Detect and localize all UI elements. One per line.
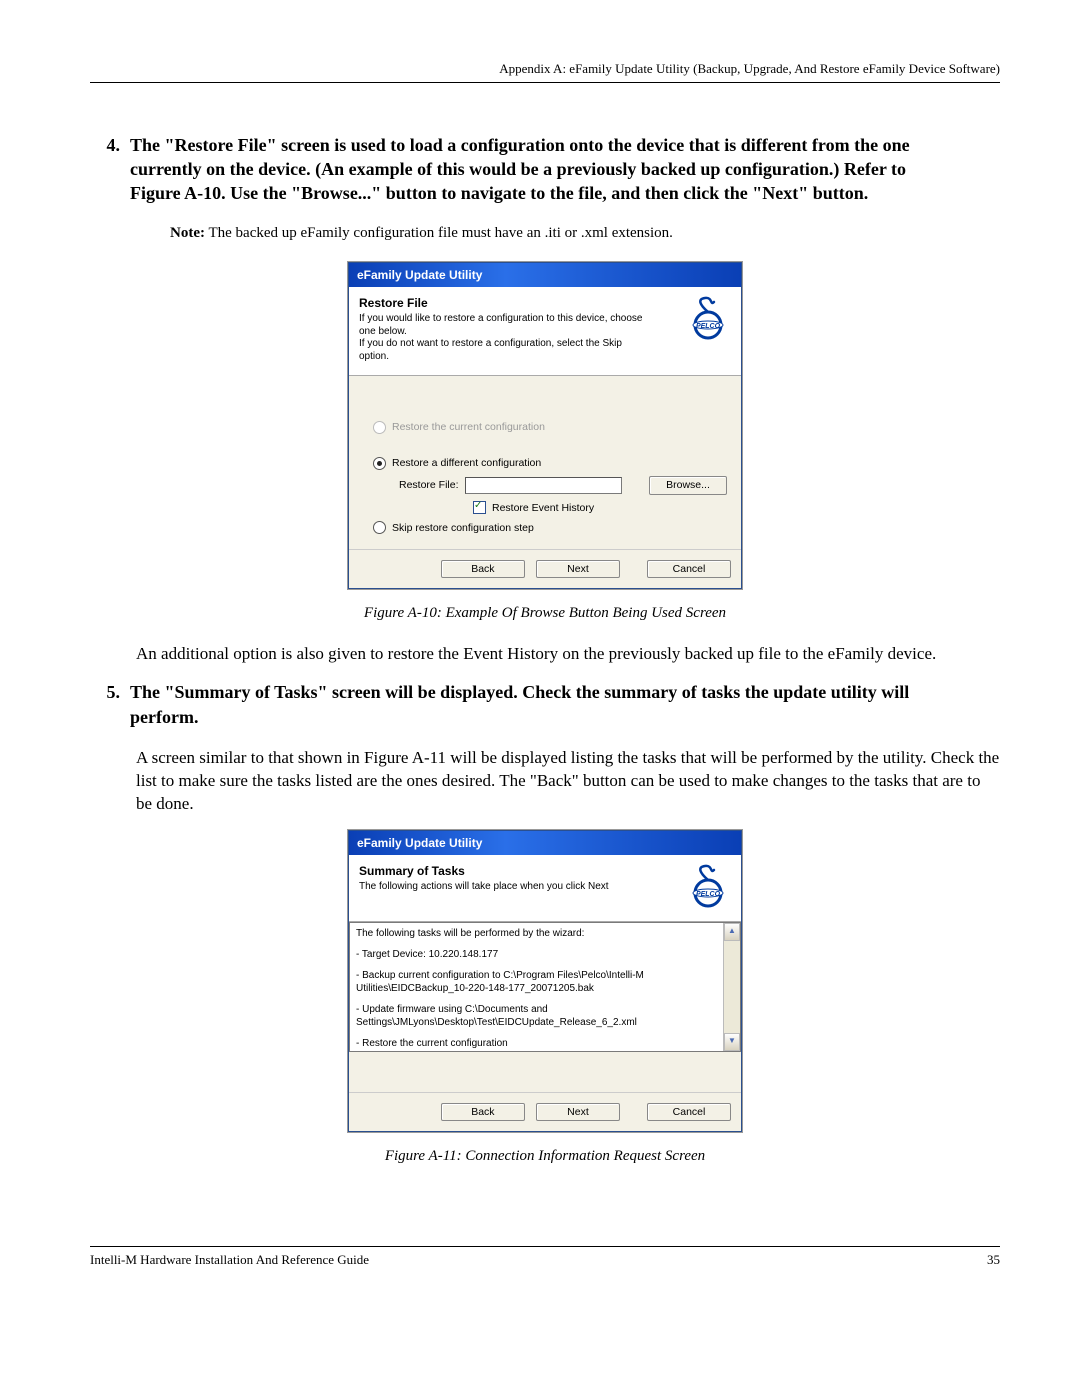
back-button[interactable]: Back: [441, 560, 525, 578]
pelco-logo: PELCO: [685, 863, 731, 909]
radio-icon: [373, 421, 386, 434]
task-line: - Target Device: 10.220.148.177: [356, 948, 717, 961]
page-footer: Intelli-M Hardware Installation And Refe…: [90, 1246, 1000, 1269]
dialog-description: The following actions will take place wh…: [359, 881, 649, 894]
dialog-description-line1: If you would like to restore a configura…: [359, 313, 649, 338]
dialog-body: Restore the current configuration Restor…: [349, 376, 741, 549]
restore-file-dialog: eFamily Update Utility Restore File If y…: [348, 262, 742, 589]
paragraph-after-fig10: An additional option is also given to re…: [136, 643, 1000, 666]
task-line: - Backup current configuration to C:\Pro…: [356, 969, 717, 995]
radio-label: Skip restore configuration step: [392, 521, 534, 535]
step-number: 4.: [90, 133, 126, 157]
restore-file-label: Restore File:: [399, 478, 459, 492]
cancel-button[interactable]: Cancel: [647, 560, 731, 578]
radio-icon: [373, 521, 386, 534]
back-button[interactable]: Back: [441, 1103, 525, 1121]
radio-restore-different[interactable]: Restore a different configuration: [373, 456, 727, 470]
task-line: - Restore the current configuration: [356, 1037, 717, 1050]
task-line: - Update firmware using C:\Documents and…: [356, 1003, 717, 1029]
radio-skip-restore[interactable]: Skip restore configuration step: [373, 521, 727, 535]
next-button[interactable]: Next: [536, 560, 620, 578]
svg-text:PELCO: PELCO: [696, 323, 721, 330]
checkbox-label: Restore Event History: [492, 501, 594, 515]
next-button[interactable]: Next: [536, 1103, 620, 1121]
dialog-title-bar: eFamily Update Utility: [349, 831, 741, 855]
dialog-footer: Back Next Cancel: [349, 1092, 741, 1131]
dialog-footer: Back Next Cancel: [349, 549, 741, 588]
step-number: 5.: [90, 680, 126, 704]
svg-text:PELCO: PELCO: [696, 891, 721, 898]
note-text: The backed up eFamily configuration file…: [205, 225, 673, 241]
figure-a11-caption: Figure A-11: Connection Information Requ…: [90, 1146, 1000, 1166]
radio-label: Restore the current configuration: [392, 420, 545, 434]
radio-restore-current[interactable]: Restore the current configuration: [373, 420, 727, 434]
step-5-text: The "Summary of Tasks" screen will be di…: [130, 680, 940, 729]
summary-of-tasks-dialog: eFamily Update Utility Summary of Tasks …: [348, 830, 742, 1132]
figure-a10-caption: Figure A-10: Example Of Browse Button Be…: [90, 603, 1000, 623]
dialog-description-line2: If you do not want to restore a configur…: [359, 338, 649, 363]
dialog-title-bar: eFamily Update Utility: [349, 263, 741, 287]
radio-icon: [373, 457, 386, 470]
scroll-down-arrow-icon[interactable]: ▼: [724, 1033, 740, 1051]
note: Note: The backed up eFamily configuratio…: [170, 223, 1000, 243]
pelco-logo: PELCO: [685, 295, 731, 341]
step-4-text: The "Restore File" screen is used to loa…: [130, 133, 940, 206]
restore-file-row: Restore File: Browse...: [399, 476, 727, 494]
note-label: Note:: [170, 225, 205, 241]
dialog-header: Summary of Tasks The following actions w…: [349, 855, 741, 922]
footer-left: Intelli-M Hardware Installation And Refe…: [90, 1251, 369, 1269]
footer-page-number: 35: [987, 1251, 1000, 1269]
step-4: 4. The "Restore File" screen is used to …: [90, 133, 1000, 206]
scroll-track[interactable]: [724, 941, 740, 1033]
task-line: The following tasks will be performed by…: [356, 927, 717, 940]
scroll-up-arrow-icon[interactable]: ▲: [724, 923, 740, 941]
checkbox-icon: [473, 501, 486, 514]
restore-event-history-row[interactable]: Restore Event History: [473, 501, 727, 515]
dialog-subtitle: Restore File: [359, 295, 649, 311]
dialog-subtitle: Summary of Tasks: [359, 863, 649, 879]
dialog-header: Restore File If you would like to restor…: [349, 287, 741, 376]
page-header: Appendix A: eFamily Update Utility (Back…: [90, 60, 1000, 83]
dialog-body: The following tasks will be performed by…: [349, 922, 741, 1092]
task-list: The following tasks will be performed by…: [349, 922, 741, 1052]
paragraph-step5: A screen similar to that shown in Figure…: [136, 747, 1000, 816]
restore-file-input[interactable]: [465, 477, 622, 494]
radio-label: Restore a different configuration: [392, 456, 541, 470]
cancel-button[interactable]: Cancel: [647, 1103, 731, 1121]
step-5: 5. The "Summary of Tasks" screen will be…: [90, 680, 1000, 729]
browse-button[interactable]: Browse...: [649, 476, 727, 494]
scrollbar[interactable]: ▲ ▼: [723, 923, 740, 1051]
